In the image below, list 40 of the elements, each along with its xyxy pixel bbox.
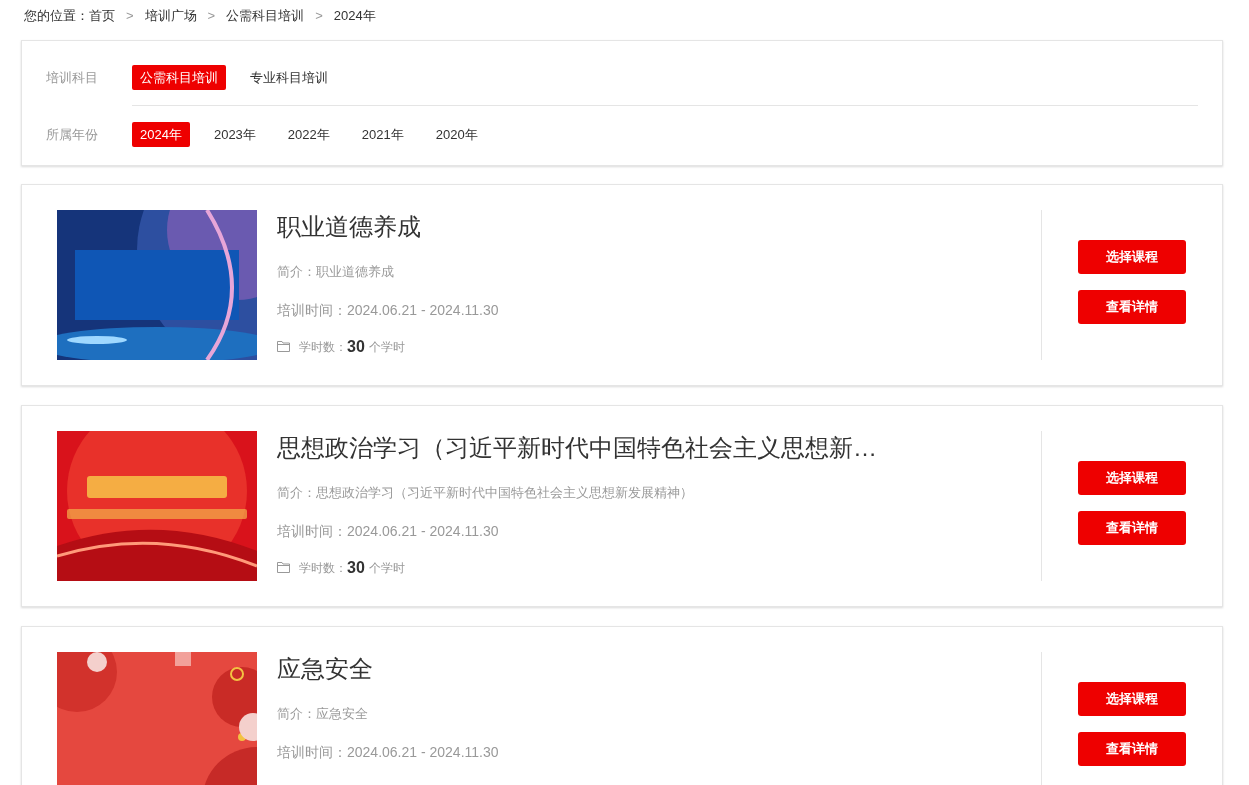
hours-value: 30 <box>347 557 365 578</box>
course-intro: 简介：思想政治学习（习近平新时代中国特色社会主义思想新发展精神） <box>277 484 694 502</box>
course-button[interactable]: 查看详情 <box>1078 290 1186 324</box>
folder-icon <box>277 562 290 573</box>
breadcrumb-separator: > <box>207 7 216 26</box>
course-title[interactable]: 思想政治学习（习近平新时代中国特色社会主义思想新… <box>277 430 1041 466</box>
folder-icon <box>277 341 290 352</box>
course-button[interactable]: 查看详情 <box>1078 511 1186 545</box>
course-button[interactable]: 选择课程 <box>1078 240 1186 274</box>
hours-unit: 个学时 <box>368 338 405 356</box>
course-title[interactable]: 应急安全 <box>277 651 1041 687</box>
breadcrumb-link[interactable]: 公需科目培训 <box>226 6 305 26</box>
filter-option[interactable]: 2021年 <box>353 122 412 147</box>
filter-label: 培训科目 <box>46 68 99 87</box>
filter-option[interactable]: 2023年 <box>205 122 264 147</box>
filter-option[interactable]: 2020年 <box>427 122 486 147</box>
hours-value: 30 <box>347 336 365 357</box>
course-button[interactable]: 查看详情 <box>1078 732 1186 766</box>
breadcrumb-separator: > <box>315 7 323 26</box>
hours-unit: 个学时 <box>368 559 405 577</box>
course-period: 培训时间：2024.06.21 - 2024.11.30 <box>277 742 500 762</box>
course-intro: 简介：应急安全 <box>277 705 369 723</box>
breadcrumb-current: 2024年 <box>333 7 376 26</box>
filter-option[interactable]: 专业科目培训 <box>242 65 336 90</box>
filter-option[interactable]: 2022年 <box>279 122 338 147</box>
breadcrumb-link[interactable]: 首页 <box>89 6 115 26</box>
course-period: 培训时间：2024.06.21 - 2024.11.30 <box>277 300 500 320</box>
breadcrumb-label: 您的位置： <box>24 7 89 26</box>
course-button[interactable]: 选择课程 <box>1078 682 1186 716</box>
filter-label: 所属年份 <box>46 125 99 144</box>
course-intro: 简介：职业道德养成 <box>277 263 395 281</box>
filter-option[interactable]: 2024年 <box>132 122 190 147</box>
breadcrumb-separator: > <box>126 7 134 26</box>
hours-label: 学时数： <box>299 338 347 356</box>
filter-option[interactable]: 公需科目培训 <box>132 65 226 90</box>
course-button[interactable]: 选择课程 <box>1078 461 1186 495</box>
course-period: 培训时间：2024.06.21 - 2024.11.30 <box>277 521 500 541</box>
breadcrumb-link[interactable]: 培训广场 <box>144 6 197 26</box>
hours-label: 学时数： <box>299 559 347 577</box>
course-title[interactable]: 职业道德养成 <box>277 209 1041 245</box>
